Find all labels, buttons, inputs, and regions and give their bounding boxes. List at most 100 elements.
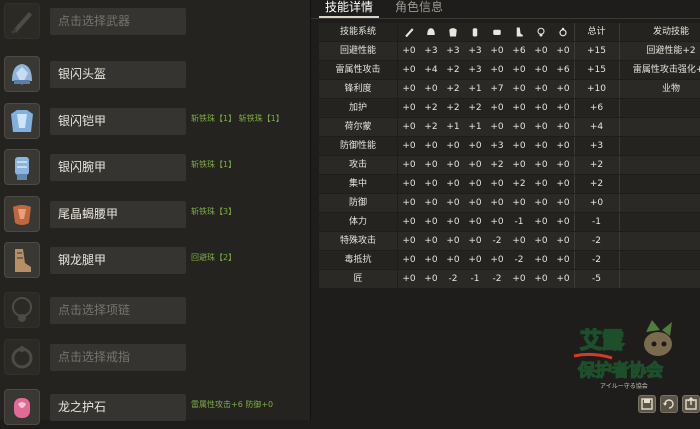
column-divider [619, 213, 620, 231]
skill-name: 防御 [319, 194, 397, 212]
skill-points: +2 [420, 99, 442, 117]
skill-points: +0 [398, 118, 420, 136]
equipment-slot[interactable]: 龙之护石 雷属性攻击+6 防御+0 [0, 389, 310, 429]
column-divider [574, 194, 575, 212]
equipment-slot[interactable]: 钢龙腿甲 回避珠【2】 [0, 242, 310, 282]
skill-points: +0 [464, 156, 486, 174]
skill-points: +0 [398, 270, 420, 288]
equipment-panel: 点击选择武器 银闪头盔 银闪铠甲 斩铁珠【1】 斩铁珠【1】 银闪腕甲 斩铁珠【1】 尾晶蝎… [0, 0, 310, 425]
skill-name: 加护 [319, 99, 397, 117]
refresh-icon [663, 399, 674, 409]
skill-name: 锋利度 [319, 80, 397, 98]
column-divider [619, 156, 620, 174]
tab-character-info[interactable]: 角色信息 [389, 0, 449, 18]
helmet-col-icon [420, 23, 442, 41]
select-slot-button[interactable]: 点击选择项链 [50, 297, 186, 324]
skill-points: +0 [530, 80, 552, 98]
skill-name: 回避性能 [319, 42, 397, 60]
decoration-list: 斩铁珠【3】 [191, 207, 237, 216]
equipment-slot[interactable]: 银闪头盔 [0, 56, 310, 96]
skill-points: +0 [398, 156, 420, 174]
helmet-icon [4, 56, 40, 92]
skill-points: +0 [398, 175, 420, 193]
decoration-list: 雷属性攻击+6 防御+0 [191, 400, 274, 409]
skill-total: -1 [574, 213, 619, 231]
equipment-name[interactable]: 钢龙腿甲 [50, 247, 186, 274]
waist-armor-icon [4, 196, 40, 232]
skill-name: 毒抵抗 [319, 251, 397, 269]
equipment-slot[interactable]: 点击选择项链 [0, 292, 310, 332]
equipment-slot[interactable]: 点击选择戒指 [0, 339, 310, 379]
skill-points: +4 [420, 61, 442, 79]
equipment-slot[interactable]: 银闪铠甲 斩铁珠【1】 斩铁珠【1】 [0, 103, 310, 143]
skill-total: +3 [574, 137, 619, 155]
column-divider [574, 61, 575, 79]
skill-name: 匠 [319, 270, 397, 288]
skill-points: +3 [442, 42, 464, 60]
skill-points: +0 [442, 156, 464, 174]
skill-points: +0 [442, 137, 464, 155]
equipment-name[interactable]: 尾晶蝎腰甲 [50, 201, 186, 228]
column-divider [574, 42, 575, 60]
equipment-name[interactable]: 银闪头盔 [50, 61, 186, 88]
skill-points: +0 [552, 42, 574, 60]
skill-points: +0 [398, 137, 420, 155]
column-divider [619, 118, 620, 136]
skill-points: +3 [464, 42, 486, 60]
tab-skill-details[interactable]: 技能详情 [319, 0, 380, 18]
skill-points: +2 [442, 99, 464, 117]
skill-points: +0 [552, 156, 574, 174]
table-row: 匠 +0 +0 -2 -1 -2 +0 +0 +0 -5 [319, 270, 700, 289]
skill-points: +0 [508, 137, 530, 155]
save-button[interactable] [638, 395, 656, 413]
skill-points: -1 [508, 213, 530, 231]
skill-points: +0 [420, 232, 442, 250]
table-row: 毒抵抗 +0 +0 +0 +0 +0 -2 +0 +0 -2 [319, 251, 700, 270]
table-row: 雷属性攻击+0+4+2+3+0+0+0+6+15雷属性攻击强化+2 [319, 61, 700, 80]
table-row: 防御 +0 +0 +0 +0 +0 +0 +0 +0 +0 [319, 194, 700, 213]
equipment-slot[interactable]: 银闪腕甲 斩铁珠【1】 [0, 149, 310, 189]
equipment-slot[interactable]: 尾晶蝎腰甲 斩铁珠【3】 [0, 196, 310, 236]
skill-total: +10 [574, 80, 619, 98]
skill-points: +0 [486, 175, 508, 193]
select-slot-button[interactable]: 点击选择武器 [50, 8, 186, 35]
skill-name: 荷尔蒙 [319, 118, 397, 136]
skill-points: +2 [442, 80, 464, 98]
skill-points: +0 [530, 194, 552, 212]
skill-points: +0 [464, 251, 486, 269]
chest-armor-icon [4, 103, 40, 139]
select-slot-button[interactable]: 点击选择戒指 [50, 344, 186, 371]
skill-name: 防御性能 [319, 137, 397, 155]
equipment-name[interactable]: 龙之护石 [50, 394, 186, 421]
association-logo: 艾露 保护者协会 アイルー守る協会 [572, 318, 682, 390]
refresh-button[interactable] [660, 395, 678, 413]
column-divider [574, 99, 575, 117]
skill-points: +0 [464, 194, 486, 212]
skill-points: +0 [552, 194, 574, 212]
table-row: 特殊攻击 +0 +0 +0 +0 -2 +0 +0 +0 -2 [319, 232, 700, 251]
skill-points: +2 [486, 156, 508, 174]
activated-skill [619, 118, 700, 136]
header-activated-skills: 发动技能 [619, 23, 700, 41]
column-divider [619, 80, 620, 98]
skill-total: +4 [574, 118, 619, 136]
equipment-name[interactable]: 银闪铠甲 [50, 108, 186, 135]
skill-points: +2 [442, 61, 464, 79]
skill-points: -1 [464, 270, 486, 288]
equipment-slot[interactable]: 点击选择武器 [0, 3, 310, 43]
skill-total: +2 [574, 175, 619, 193]
equipment-name[interactable]: 银闪腕甲 [50, 154, 186, 181]
skill-total: +2 [574, 156, 619, 174]
ring-col-icon [552, 23, 574, 41]
skill-points: +0 [530, 99, 552, 117]
column-divider [619, 194, 620, 212]
logo-line1: 艾露 [580, 329, 625, 354]
column-divider [574, 156, 575, 174]
weapon-col-icon [398, 23, 420, 41]
skill-points: +0 [552, 80, 574, 98]
column-divider [619, 232, 620, 250]
column-divider [619, 42, 620, 60]
export-button[interactable] [682, 395, 700, 413]
skill-points: +0 [420, 80, 442, 98]
skill-points: +0 [420, 156, 442, 174]
